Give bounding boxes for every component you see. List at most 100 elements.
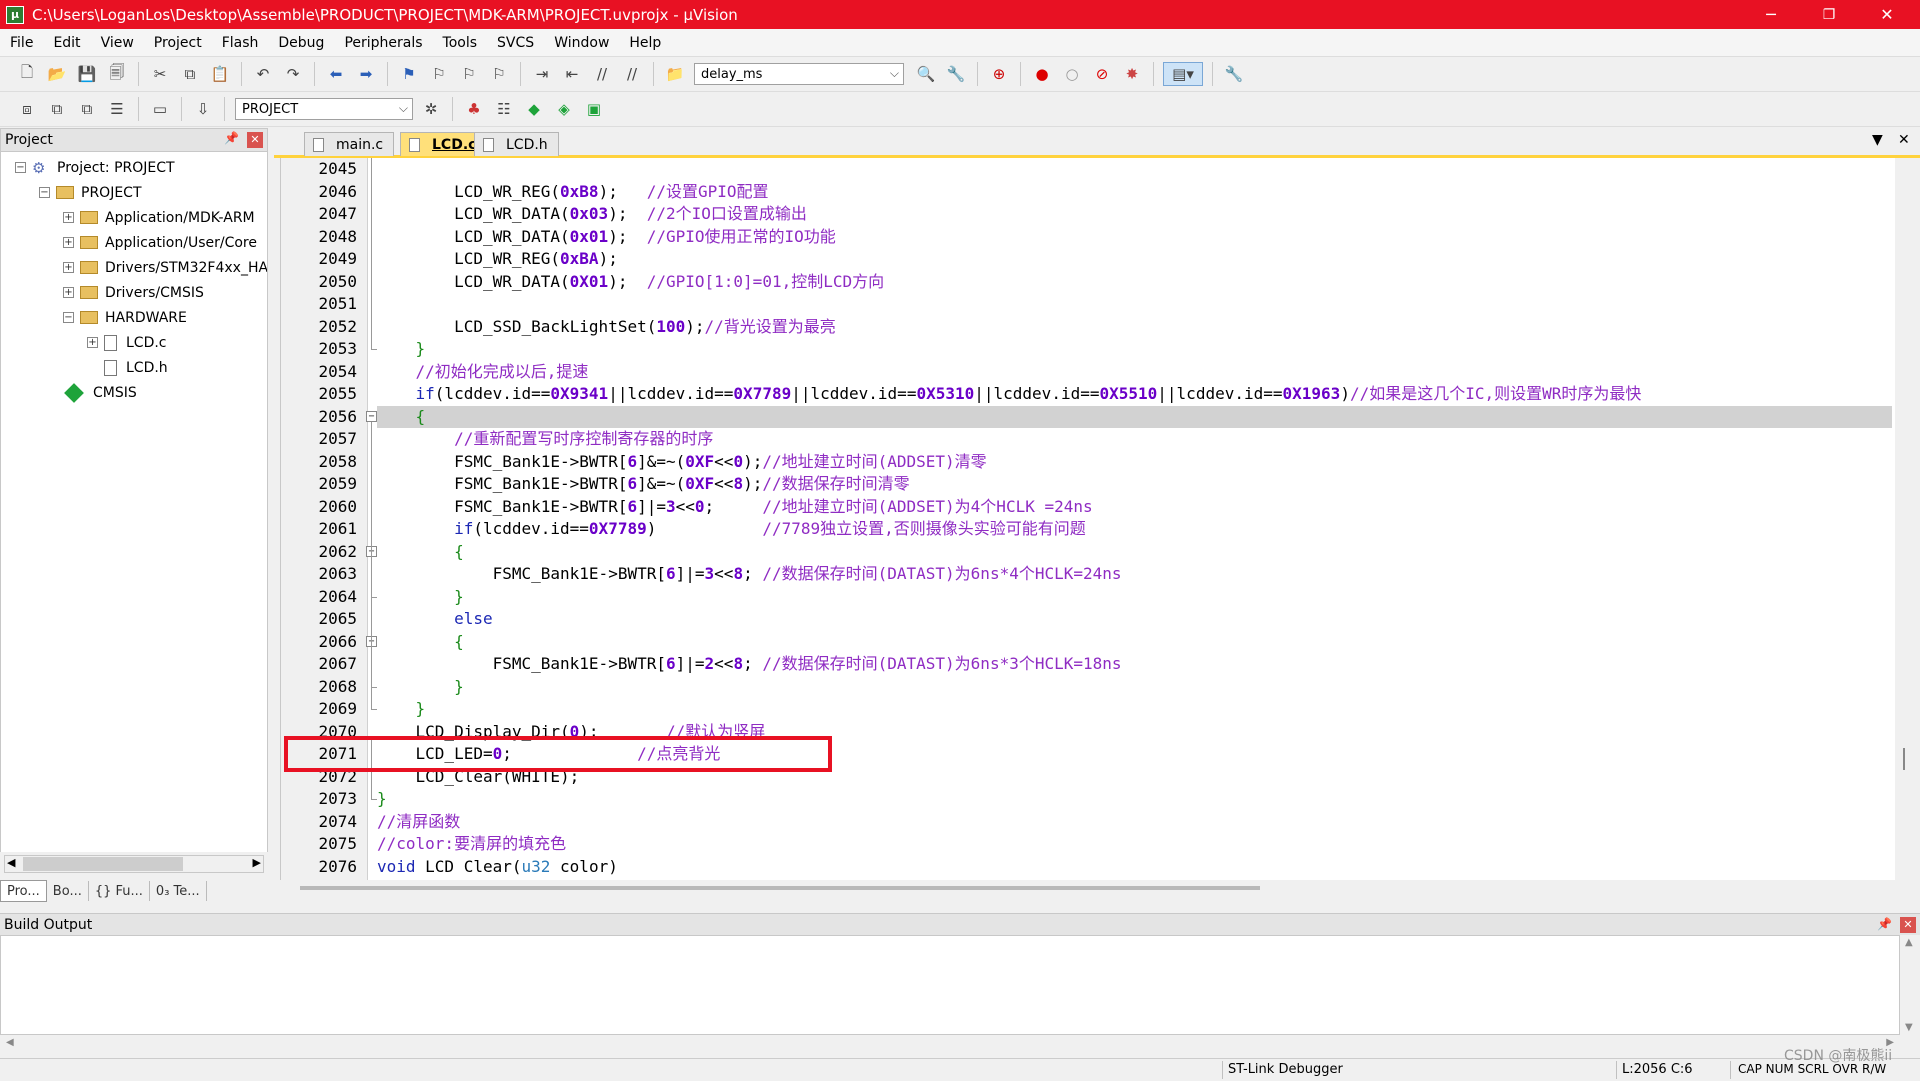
expand-icon[interactable]: + (63, 262, 74, 273)
code-line[interactable]: 2049 LCD_WR_REG(0xBA); (281, 248, 1895, 271)
save-all-icon[interactable]: 🗐 (105, 62, 129, 86)
scroll-thumb[interactable] (23, 857, 183, 871)
scroll-right-icon[interactable]: ▶ (253, 856, 261, 869)
stop-build-icon[interactable]: ▭ (148, 97, 172, 121)
clear-bookmarks-icon[interactable]: ⚐ (487, 62, 511, 86)
tree-item[interactable]: CMSIS (63, 380, 137, 405)
editor-horizontal-scrollbar[interactable] (300, 886, 1260, 890)
minimize-button[interactable]: ─ (1742, 0, 1800, 29)
translate-icon[interactable]: ⧈ (15, 97, 39, 121)
collapse-icon[interactable]: − (39, 187, 50, 198)
incremental-find-icon[interactable]: 🔍 (914, 62, 938, 86)
tab-main-c[interactable]: main.c (304, 132, 395, 156)
code-line[interactable]: 2069 } (281, 698, 1895, 721)
kill-breakpoints-icon[interactable]: ✸ (1120, 62, 1144, 86)
build-output-text[interactable] (0, 935, 1900, 1035)
code-line[interactable]: 2074 //清屏函数 (281, 811, 1895, 834)
uncomment-icon[interactable]: // (620, 62, 644, 86)
navigate-forward-icon[interactable]: ➡ (354, 62, 378, 86)
menu-debug[interactable]: Debug (268, 35, 334, 51)
code-line[interactable]: 2060 FSMC_Bank1E->BWTR[6]|=3<<0; //地址建立时… (281, 496, 1895, 519)
tree-item[interactable]: − HARDWARE (63, 305, 187, 330)
debug-session-icon[interactable]: ⊕ (987, 62, 1011, 86)
pin-icon[interactable]: 📌 (224, 131, 239, 145)
pane-tab-1[interactable]: Bo... (47, 881, 89, 901)
tab-lcd-h[interactable]: LCD.h (474, 132, 559, 156)
bookmark-icon[interactable]: ⚑ (397, 62, 421, 86)
expand-icon[interactable]: + (63, 212, 74, 223)
close-window-button[interactable]: ✕ (1858, 0, 1916, 29)
enable-breakpoint-icon[interactable]: ○ (1060, 62, 1084, 86)
code-line[interactable]: 2059 FSMC_Bank1E->BWTR[6]&=~(0XF<<8);//数… (281, 473, 1895, 496)
find-in-files-icon[interactable]: 📁 (663, 62, 687, 86)
code-line[interactable]: 2052 LCD_SSD_BackLightSet(100);//背光设置为最亮 (281, 316, 1895, 339)
next-bookmark-icon[interactable]: ⚐ (457, 62, 481, 86)
paste-icon[interactable]: 📋 (208, 62, 232, 86)
menu-flash[interactable]: Flash (212, 35, 269, 51)
pack-installer-icon[interactable]: ◈ (552, 97, 576, 121)
code-line[interactable]: 2073} (281, 788, 1895, 811)
select-packs-icon[interactable]: ☷ (492, 97, 516, 121)
expand-icon[interactable]: + (63, 287, 74, 298)
redo-icon[interactable]: ↷ (281, 62, 305, 86)
menu-project[interactable]: Project (144, 35, 212, 51)
collapse-icon[interactable]: − (63, 312, 74, 323)
comment-icon[interactable]: // (590, 62, 614, 86)
tree-item[interactable]: − ⚙ Project: PROJECT (15, 155, 175, 180)
save-icon[interactable]: 💾 (75, 62, 99, 86)
build-output-vertical-scrollbar[interactable]: ▲ ▼ (1900, 935, 1920, 1035)
build-icon[interactable]: ⧉ (45, 97, 69, 121)
menu-view[interactable]: View (91, 35, 144, 51)
project-horizontal-scrollbar[interactable]: ◀ ▶ (4, 855, 264, 873)
batch-build-icon[interactable]: ☰ (105, 97, 129, 121)
open-file-icon[interactable]: 📂 (45, 62, 69, 86)
expand-icon[interactable]: + (87, 337, 98, 348)
download-icon[interactable]: ⇩ (191, 97, 215, 121)
code-line[interactable]: 2047 LCD_WR_DATA(0x03); //2个IO口设置成输出 (281, 203, 1895, 226)
find-icon[interactable]: 🔧 (944, 62, 968, 86)
code-line[interactable]: 2053 } (281, 338, 1895, 361)
code-line[interactable]: 2076 void LCD Clear(u32 color) (281, 856, 1895, 879)
code-line[interactable]: 2068 } (281, 676, 1895, 699)
code-line[interactable]: 2048 LCD_WR_DATA(0x01); //GPIO使用正常的IO功能 (281, 226, 1895, 249)
software-packs-icon[interactable]: ▣ (582, 97, 606, 121)
tree-item[interactable]: + LCD.c (87, 330, 167, 355)
close-pane-icon[interactable]: ✕ (1900, 917, 1916, 933)
configure-icon[interactable]: 🔧 (1222, 62, 1246, 86)
insert-breakpoint-icon[interactable]: ● (1030, 62, 1054, 86)
scroll-left-icon[interactable]: ◀ (6, 1037, 14, 1048)
menu-window[interactable]: Window (544, 35, 619, 51)
code-line[interactable]: 2067 FSMC_Bank1E->BWTR[6]|=2<<8; //数据保存时… (281, 653, 1895, 676)
unindent-icon[interactable]: ⇤ (560, 62, 584, 86)
code-line[interactable]: 2062 {− (281, 541, 1895, 564)
scroll-down-icon[interactable]: ▼ (1905, 1022, 1913, 1033)
code-line[interactable]: 2066 {− (281, 631, 1895, 654)
target-combo[interactable]: PROJECT ⌵ (235, 98, 413, 120)
pane-tab-2[interactable]: {} Fu... (89, 881, 150, 901)
pane-tab-3[interactable]: 0₃ Te... (150, 881, 207, 901)
tab-list-chevron-icon[interactable]: ▼ (1872, 132, 1883, 148)
tree-item[interactable]: + Application/MDK-ARM (63, 205, 255, 230)
copy-icon[interactable]: ⧉ (178, 62, 202, 86)
menu-edit[interactable]: Edit (43, 35, 90, 51)
code-line[interactable]: 2064 } (281, 586, 1895, 609)
code-line[interactable]: 2057 //重新配置写时序控制寄存器的时序 (281, 428, 1895, 451)
pane-tab-0[interactable]: Pro... (0, 880, 47, 902)
cut-icon[interactable]: ✂ (148, 62, 172, 86)
scroll-up-icon[interactable]: ▲ (1905, 937, 1913, 948)
manage-rte-icon[interactable]: ◆ (522, 97, 546, 121)
manage-project-items-icon[interactable]: ♣ (462, 97, 486, 121)
code-line[interactable]: 2054 //初始化完成以后,提速 (281, 361, 1895, 384)
disable-breakpoints-icon[interactable]: ⊘ (1090, 62, 1114, 86)
tree-item[interactable]: + Drivers/STM32F4xx_HAL (63, 255, 267, 280)
expand-icon[interactable]: + (63, 237, 74, 248)
close-pane-icon[interactable]: ✕ (247, 132, 263, 148)
code-line[interactable]: 2051 (281, 293, 1895, 316)
target-options-icon[interactable]: ✲ (419, 97, 443, 121)
collapse-icon[interactable]: − (15, 162, 26, 173)
pin-icon[interactable]: 📌 (1877, 917, 1892, 931)
navigate-back-icon[interactable]: ⬅ (324, 62, 348, 86)
code-line[interactable]: 2056 {− (281, 405, 1895, 428)
menu-help[interactable]: Help (619, 35, 671, 51)
code-line[interactable]: 2045 (281, 158, 1895, 181)
